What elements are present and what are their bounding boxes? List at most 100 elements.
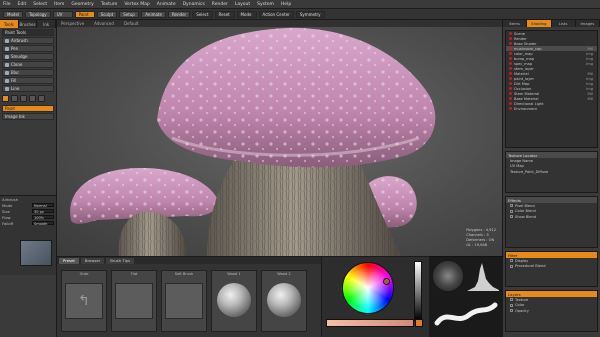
menu-dynamics[interactable]: Dynamics — [183, 2, 205, 7]
square-brush-icon[interactable] — [11, 95, 18, 102]
action-center-dropdown[interactable]: Action Center — [258, 10, 294, 18]
checkbox[interactable] — [510, 303, 513, 307]
section-line-label: Procedural Blend — [515, 264, 546, 269]
tab-browser[interactable]: Browser — [80, 257, 105, 264]
visibility-icon[interactable] — [509, 62, 512, 65]
tool-fill[interactable]: Fill — [2, 77, 54, 84]
reset-button[interactable]: Reset — [214, 10, 235, 18]
section-line[interactable]: Opacity — [506, 308, 597, 314]
visibility-icon[interactable] — [509, 37, 512, 40]
section-line[interactable]: Procedural Blend — [506, 264, 597, 270]
menu-geometry[interactable]: Geometry — [71, 2, 93, 7]
tool-blur[interactable]: Blur — [2, 69, 54, 76]
tool-pen[interactable]: Pen — [2, 45, 54, 52]
visibility-icon[interactable] — [509, 42, 512, 45]
hard-brush-icon[interactable] — [29, 95, 36, 102]
visibility-icon[interactable] — [509, 52, 512, 55]
checkbox[interactable] — [510, 309, 513, 313]
visibility-icon[interactable] — [509, 107, 512, 110]
tool-airbrush[interactable]: Airbrush — [2, 37, 54, 44]
tab-topology[interactable]: Topology — [25, 10, 51, 18]
visibility-icon[interactable] — [509, 92, 512, 95]
menu-render[interactable]: Render — [212, 2, 228, 7]
preset-item[interactable]: Flat — [111, 270, 157, 332]
tab-setup[interactable]: Setup — [119, 10, 140, 18]
menu-layout[interactable]: Layout — [235, 2, 250, 7]
prop-flow-field[interactable]: 100% — [32, 214, 54, 220]
texture-swatch[interactable] — [20, 240, 52, 266]
menu-item[interactable]: Item — [54, 2, 64, 7]
tab-shading[interactable]: Shading — [527, 20, 552, 27]
mode-dropdown[interactable]: Mode — [236, 10, 257, 18]
tab-brushes[interactable]: Brushes — [18, 20, 38, 28]
tab-sculpt[interactable]: Sculpt — [96, 10, 118, 18]
tool-image-ink[interactable]: Image Ink — [2, 113, 54, 120]
menu-vertex-map[interactable]: Vertex Map — [124, 2, 149, 7]
prop-falloff-field[interactable]: Smooth — [32, 220, 54, 226]
checkbox[interactable] — [510, 259, 513, 263]
tab-ink[interactable]: Ink — [37, 20, 57, 28]
menu-file[interactable]: File — [3, 2, 11, 7]
tool-clone[interactable]: Clone — [2, 61, 54, 68]
visibility-icon[interactable] — [509, 77, 512, 80]
tab-preset[interactable]: Preset — [59, 257, 79, 264]
tab-model[interactable]: Model — [3, 10, 24, 18]
checkbox[interactable] — [510, 204, 513, 208]
current-color-swatch[interactable] — [415, 319, 423, 327]
tool-smudge[interactable]: Smudge — [2, 53, 54, 60]
checkbox[interactable] — [510, 209, 513, 213]
tab-images[interactable]: Images — [576, 20, 600, 27]
prop-mode-field[interactable]: Normal — [32, 202, 54, 208]
texture-brush-icon[interactable] — [38, 95, 45, 102]
tool-label: Line — [11, 86, 20, 91]
tool-paint-selected[interactable]: Paint — [2, 105, 54, 112]
preset-item[interactable]: Soft Brush — [161, 270, 207, 332]
tab-uv[interactable]: UV — [52, 10, 73, 18]
visibility-icon[interactable] — [509, 82, 512, 85]
round-brush-icon[interactable] — [2, 95, 9, 102]
visibility-icon[interactable] — [509, 72, 512, 75]
menu-edit[interactable]: Edit — [18, 2, 27, 7]
tab-animate[interactable]: Animate — [141, 10, 166, 18]
select-dropdown[interactable]: Select — [192, 10, 213, 18]
visibility-icon[interactable] — [509, 32, 512, 35]
tool-line[interactable]: Line — [2, 85, 54, 92]
menu-help[interactable]: Help — [281, 2, 291, 7]
symmetry-dropdown[interactable]: Symmetry — [295, 10, 325, 18]
color-gradient-bar[interactable] — [326, 319, 414, 327]
preset-item[interactable]: Grab ↰ — [61, 270, 107, 332]
color-wheel-handle[interactable] — [383, 278, 390, 285]
section-line[interactable]: Show Blend — [506, 214, 597, 220]
tab-tools[interactable]: Tools — [0, 20, 19, 28]
visibility-icon[interactable] — [509, 97, 512, 100]
menu-texture[interactable]: Texture — [101, 2, 117, 7]
visibility-icon[interactable] — [509, 102, 512, 105]
menu-system[interactable]: System — [257, 2, 274, 7]
checkbox[interactable] — [510, 298, 513, 302]
tab-paint[interactable]: Paint — [74, 10, 95, 18]
preset-item[interactable]: Wood 2 — [261, 270, 307, 332]
tab-items[interactable]: Items — [503, 20, 528, 27]
checkbox[interactable] — [510, 264, 513, 268]
tab-lists[interactable]: Lists — [552, 20, 576, 27]
tab-render[interactable]: Render — [167, 10, 191, 18]
value-slider[interactable] — [414, 261, 422, 321]
3d-viewport[interactable]: Perspective Advanced Default Polygons: … — [57, 20, 503, 256]
section-line[interactable]: Texture_Paint_Diffuse — [506, 169, 597, 175]
preset-item[interactable]: Wood 1 — [211, 270, 257, 332]
visibility-icon[interactable] — [509, 87, 512, 90]
tree-row[interactable]: Environment — [506, 106, 597, 111]
menu-animate[interactable]: Animate — [157, 2, 176, 7]
soft-brush-icon[interactable] — [20, 95, 27, 102]
tree-row-type: Mtl — [587, 71, 593, 76]
visibility-icon[interactable] — [509, 47, 512, 50]
visibility-icon[interactable] — [509, 57, 512, 60]
tree-row-label: Dirt Map — [514, 81, 530, 86]
checkbox[interactable] — [510, 215, 513, 219]
tab-brush-tips[interactable]: Brush Tips — [106, 257, 135, 264]
color-wheel[interactable] — [342, 262, 394, 314]
tool-paint-tools[interactable]: Paint Tools — [2, 29, 54, 36]
visibility-icon[interactable] — [509, 67, 512, 70]
prop-size-field[interactable]: 30 px — [32, 208, 54, 214]
menu-select[interactable]: Select — [33, 2, 47, 7]
